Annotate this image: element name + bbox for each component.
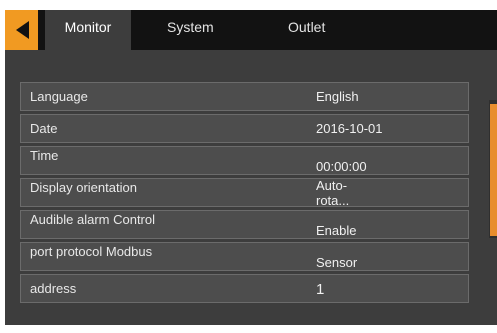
back-button[interactable] bbox=[5, 10, 38, 50]
setting-label: Audible alarm Control bbox=[30, 212, 156, 227]
settings-row-port-protocol[interactable]: port protocol Modbus Sensor bbox=[20, 242, 469, 271]
tab-label: Outlet bbox=[288, 19, 326, 35]
settings-row-display-orientation[interactable]: Display orientation Auto- rota... bbox=[20, 178, 469, 208]
setting-value-line: Auto- bbox=[316, 178, 348, 193]
tab-label: System bbox=[167, 19, 214, 35]
tab-label: Monitor bbox=[64, 19, 112, 35]
setting-label: Time bbox=[30, 148, 59, 163]
setting-value: Auto- rota... bbox=[316, 178, 349, 208]
tab-outlet[interactable]: Outlet bbox=[288, 10, 358, 50]
tab-monitor[interactable]: Monitor bbox=[45, 10, 131, 50]
settings-row-time[interactable]: Time 00:00:00 bbox=[20, 146, 469, 175]
setting-value: Enable bbox=[316, 223, 357, 238]
setting-label: Date bbox=[30, 121, 58, 136]
setting-value: 00:00:00 bbox=[316, 159, 367, 174]
setting-value: 1 bbox=[316, 281, 325, 298]
settings-row-date[interactable]: Date 2016-10-01 bbox=[20, 114, 469, 143]
tab-system[interactable]: System bbox=[167, 10, 247, 50]
settings-row-address[interactable]: address 1 bbox=[20, 274, 469, 303]
setting-label: address bbox=[30, 281, 77, 296]
setting-label: Language bbox=[30, 89, 88, 104]
scrollbar-thumb[interactable] bbox=[490, 104, 497, 236]
setting-label: port protocol Modbus bbox=[30, 244, 153, 259]
triangle-left-icon bbox=[15, 21, 29, 39]
setting-value: English bbox=[316, 89, 359, 104]
setting-value: Sensor bbox=[316, 255, 358, 270]
setting-value: 2016-10-01 bbox=[316, 121, 383, 136]
setting-value-line: rota... bbox=[316, 193, 350, 208]
setting-label: Display orientation bbox=[30, 180, 137, 195]
top-navigation-bar: Monitor System Outlet bbox=[5, 10, 497, 50]
settings-list: Language English Date 2016-10-01 Time 00… bbox=[20, 82, 469, 318]
settings-row-audible-alarm[interactable]: Audible alarm Control Enable bbox=[20, 210, 469, 239]
settings-row-language[interactable]: Language English bbox=[20, 82, 469, 111]
